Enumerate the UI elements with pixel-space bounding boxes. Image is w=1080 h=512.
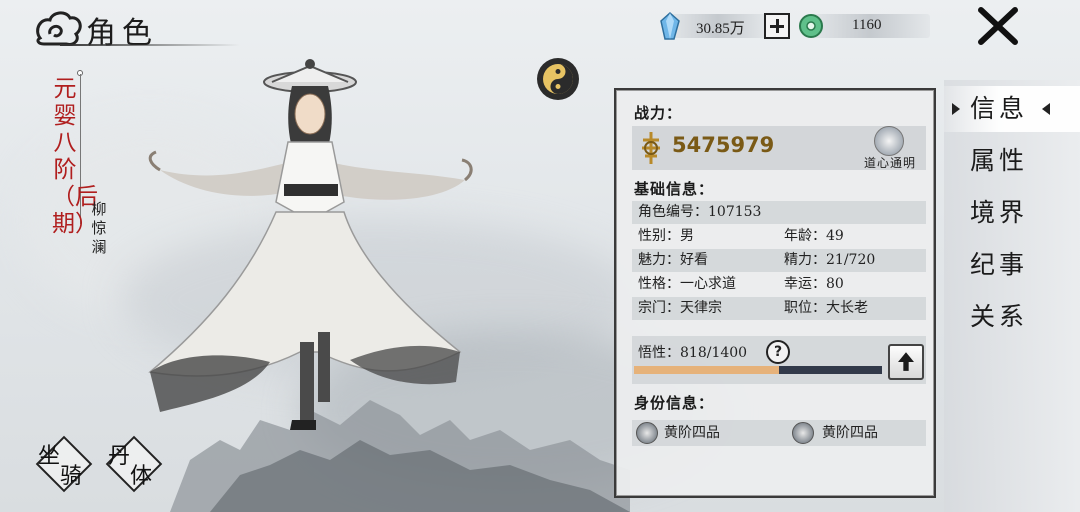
info-row: 魅力：好看 精力：21/720	[632, 249, 926, 272]
cloud-swirl-icon	[36, 11, 82, 46]
energy: 精力：21/720	[784, 252, 876, 268]
sect: 宗门：天律宗	[638, 300, 722, 316]
info-row: 宗门：天律宗 职位：大长老	[632, 297, 926, 320]
character-portrait	[148, 59, 473, 430]
add-currency-button[interactable]	[764, 13, 790, 39]
cultivation-realm: 元婴八阶（后期）	[52, 76, 98, 237]
daoxin-badge[interactable]: 道心通明	[858, 126, 922, 172]
insight-row: 悟性：818/1400 ?	[632, 336, 926, 384]
insight-progress-bar	[634, 366, 882, 374]
nav-tab-chronicle[interactable]: 纪事	[944, 242, 1080, 288]
nav-tab-attributes[interactable]: 属性	[944, 138, 1080, 184]
nav-tab-label: 信息	[970, 94, 1029, 123]
combat-power-icon	[642, 132, 660, 164]
jade-value: 1160	[852, 17, 882, 33]
help-button[interactable]: ?	[766, 340, 790, 364]
identity-icon	[636, 422, 658, 444]
mount-label-2: 骑	[60, 464, 83, 489]
body-label-1: 丹	[108, 444, 131, 469]
taiji-icon[interactable]	[536, 57, 580, 101]
character-id: 角色编号：107153	[638, 204, 762, 220]
insight-value: 818/1400	[680, 345, 748, 361]
info-row: 性格：一心求道 幸运：80	[632, 273, 926, 296]
spirit-stone-value: 30.85万	[696, 21, 745, 37]
personality: 性格：一心求道	[638, 276, 736, 292]
identity-icon	[792, 422, 814, 444]
close-button[interactable]	[975, 6, 1021, 46]
upgrade-button[interactable]	[888, 344, 924, 380]
lotus-icon	[874, 126, 904, 156]
mount-label-1: 坐	[38, 444, 61, 469]
spirit-stone-counter: 30.85万	[668, 14, 768, 38]
identity-title: 身份信息：	[634, 394, 715, 412]
nav-tab-realm[interactable]: 境界	[944, 190, 1080, 236]
gender: 性别：男	[638, 228, 694, 244]
identity-rank: 黄阶四品	[664, 425, 720, 441]
caret-right-icon	[952, 103, 960, 115]
page-header: 角色	[34, 8, 204, 51]
basic-info-title: 基础信息：	[634, 180, 715, 198]
power-title: 战力：	[634, 104, 683, 122]
jade-counter: 1160	[810, 14, 930, 38]
side-nav: 信息 属性 境界 纪事 关系	[944, 80, 1080, 512]
nav-tab-label: 属性	[970, 146, 1029, 175]
mount-button[interactable]: 坐 骑	[35, 435, 93, 493]
luck: 幸运：80	[784, 276, 844, 292]
nav-tab-label: 纪事	[970, 250, 1029, 279]
info-row: 角色编号：107153	[632, 201, 926, 224]
position: 职位：大长老	[784, 300, 868, 316]
insight-label-text: 悟性：	[638, 345, 680, 361]
insight-label: 悟性：818/1400	[638, 342, 747, 362]
insight-progress-fill	[634, 366, 779, 374]
body-label-2: 体	[130, 464, 153, 489]
jade-icon	[799, 14, 823, 38]
combat-power-row: 5475979 道心通明	[632, 126, 926, 170]
age: 年龄：49	[784, 228, 844, 244]
identity-row: 黄阶四品 黄阶四品	[632, 420, 926, 446]
charm: 魅力：好看	[638, 252, 708, 268]
daoxin-label: 道心通明	[863, 156, 916, 170]
character-name: 柳惊澜	[91, 200, 107, 256]
combat-power-value: 5475979	[672, 133, 775, 157]
nav-tab-label: 境界	[970, 198, 1029, 227]
nav-tab-relations[interactable]: 关系	[944, 294, 1080, 340]
body-button[interactable]: 丹 体	[105, 435, 163, 493]
header-divider	[60, 44, 240, 46]
info-row: 性别：男 年龄：49	[632, 225, 926, 248]
identity-rank: 黄阶四品	[822, 425, 878, 441]
character-info-panel: 战力： 5475979 道心通明 基础信息： 角色编号：107153 性别：男 …	[614, 88, 936, 498]
spirit-stone-icon	[660, 12, 680, 40]
nav-tab-label: 关系	[970, 302, 1029, 331]
caret-left-icon	[1042, 103, 1050, 115]
nav-tab-info[interactable]: 信息	[944, 86, 1080, 132]
